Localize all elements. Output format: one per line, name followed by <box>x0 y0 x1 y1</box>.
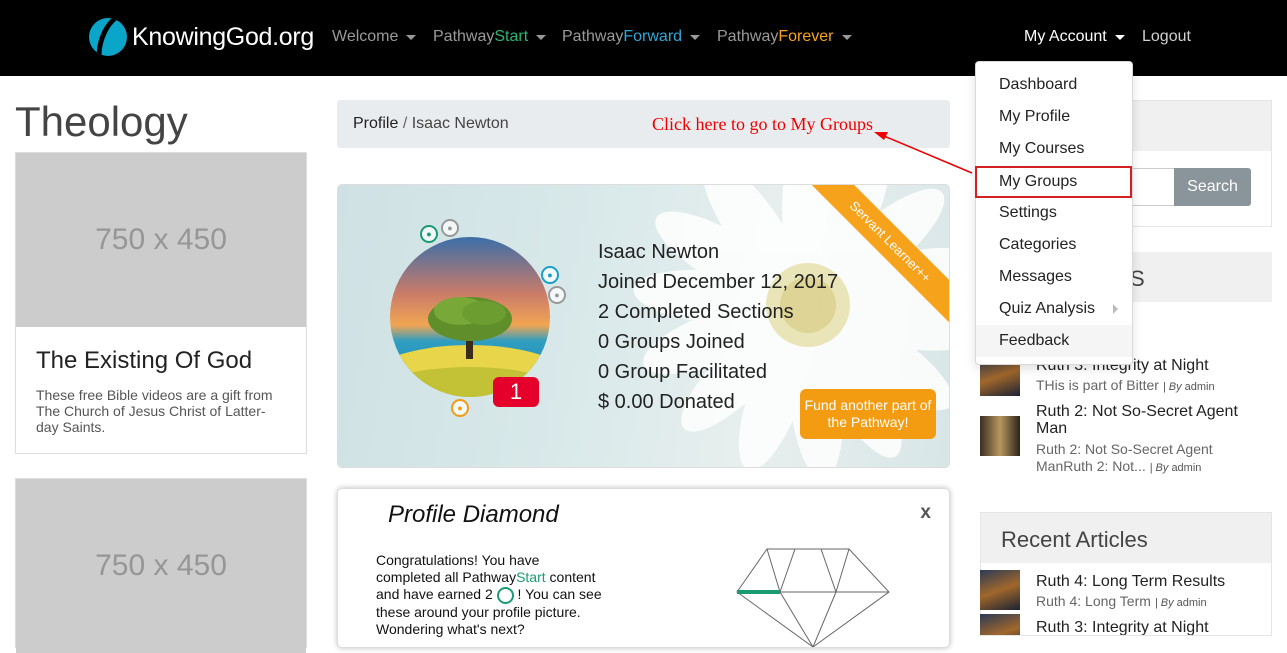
post-title[interactable]: Ruth 2: Not So-Secret Agent Man <box>1036 403 1272 437</box>
list-item[interactable]: Ruth 2: Not So-Secret Agent Man Ruth 2: … <box>980 402 1272 474</box>
breadcrumb-separator: / <box>402 115 408 132</box>
chevron-right-icon <box>1113 304 1118 314</box>
nav-my-account[interactable]: My Account <box>1024 28 1125 46</box>
by-label: By <box>1160 597 1174 609</box>
logo-icon <box>89 18 127 56</box>
nav-start-label: Start <box>494 28 529 45</box>
profile-joined: Joined December 12, 2017 <box>598 271 839 293</box>
profile-donated: $ 0.00 Donated <box>598 391 735 413</box>
menu-item-my-groups[interactable]: My Groups <box>975 166 1132 198</box>
nav-pathway-label: Pathway <box>433 28 495 45</box>
caret-down-icon <box>841 34 852 40</box>
brand-logo[interactable]: KnowingGod.org <box>89 18 314 56</box>
post-excerpt: THis is part of Bitter | By admin <box>1036 377 1215 393</box>
post-title[interactable]: Ruth 4: Long Term Results <box>1036 573 1272 590</box>
by-label: By <box>1168 381 1182 393</box>
nav-welcome-label: Welcome <box>332 28 399 45</box>
post-thumbnail[interactable] <box>980 570 1020 610</box>
caret-down-icon <box>406 34 417 40</box>
list-item[interactable]: Ruth 4: Long Term Results Ruth 4: Long T… <box>980 570 1272 610</box>
excerpt-text: Ruth 4: Long Term <box>1036 593 1151 609</box>
profile-diamond-dialog: Profile Diamond x Congratulations! You h… <box>337 488 950 648</box>
breadcrumb-profile[interactable]: Profile <box>353 115 398 132</box>
menu-item-feedback[interactable]: Feedback <box>976 325 1132 357</box>
breadcrumb-current: Isaac Newton <box>411 115 509 132</box>
tree-sunset-image <box>390 237 550 397</box>
location-pin-icon <box>496 586 514 604</box>
excerpt-text: THis is part of Bitter <box>1036 377 1159 393</box>
close-button[interactable]: x <box>920 502 931 524</box>
menu-item-categories[interactable]: Categories <box>976 229 1132 261</box>
author-name: admin <box>1171 462 1202 474</box>
dialog-message: Congratulations! You have completed all … <box>376 552 606 638</box>
message-part: Congratulations! You have completed all … <box>376 552 540 585</box>
page-title: Theology <box>15 98 188 145</box>
profile-avatar[interactable] <box>390 237 550 397</box>
nav-pathway-forward[interactable]: Pathway Forward <box>562 28 701 46</box>
caret-down-icon <box>690 34 701 40</box>
nav-pathway-label: Pathway <box>562 28 624 45</box>
location-pin-icon[interactable]: ● <box>441 219 459 237</box>
by-label: By <box>1155 462 1169 474</box>
dialog-title: Profile Diamond <box>388 501 559 528</box>
nav-my-account-label: My Account <box>1024 28 1107 45</box>
fund-pathway-button[interactable]: Fund another part of the Pathway! <box>800 389 936 439</box>
flame-icon[interactable]: ● <box>451 399 469 417</box>
location-pin-icon[interactable]: ● <box>420 225 438 243</box>
menu-item-quiz-analysis[interactable]: Quiz Analysis <box>976 293 1132 325</box>
menu-item-settings[interactable]: Settings <box>976 197 1132 229</box>
profile-banner: Servant Learner++ ● ● ● ● ● 1 Isaac Newt… <box>337 184 950 468</box>
menu-item-my-profile[interactable]: My Profile <box>976 101 1132 133</box>
nav-pathway-label: Pathway <box>717 28 779 45</box>
caret-down-icon <box>536 34 547 40</box>
nav-forever-label: Forever <box>778 28 834 45</box>
widget-heading: Recent Articles <box>981 513 1271 563</box>
annotation-text: Click here to go to My Groups <box>652 114 873 134</box>
nav-welcome[interactable]: Welcome <box>332 28 417 46</box>
menu-item-my-courses[interactable]: My Courses <box>976 133 1132 165</box>
card-text: These free Bible videos are a gift from … <box>36 387 273 435</box>
drop-icon[interactable]: ● <box>548 286 566 304</box>
profile-sections: 2 Completed Sections <box>598 301 794 323</box>
author-name: admin <box>1176 597 1207 609</box>
image-placeholder: 750 x 450 <box>16 479 306 653</box>
menu-item-dashboard[interactable]: Dashboard <box>976 69 1132 101</box>
diamond-graphic <box>736 548 890 647</box>
search-button[interactable]: Search <box>1174 168 1251 206</box>
post-excerpt: Ruth 4: Long Term | By admin <box>1036 593 1207 609</box>
image-placeholder: 750 x 450 <box>16 153 306 327</box>
post-thumbnail[interactable] <box>980 614 1020 635</box>
list-item[interactable]: Ruth 3: Integrity at Night <box>980 614 1272 635</box>
nav-logout[interactable]: Logout <box>1142 28 1191 46</box>
profile-groups-facilitated: 0 Group Facilitated <box>598 361 767 383</box>
caret-down-icon <box>1114 34 1125 40</box>
post-title[interactable]: Ruth 3: Integrity at Night <box>1036 619 1272 635</box>
post-excerpt: Ruth 2: Not So-Secret Agent ManRuth 2: N… <box>1036 441 1213 474</box>
post-thumbnail[interactable] <box>980 416 1020 456</box>
menu-item-label: Quiz Analysis <box>999 300 1096 317</box>
author-name: admin <box>1184 381 1215 393</box>
article-card[interactable]: 750 x 450 The Existing Of God These free… <box>15 152 307 454</box>
nav-forward-label: Forward <box>623 28 683 45</box>
notification-badge[interactable]: 1 <box>493 377 539 407</box>
profile-groups-joined: 0 Groups Joined <box>598 331 745 353</box>
card-title[interactable]: The Existing Of God <box>16 327 306 375</box>
drop-icon[interactable]: ● <box>541 266 559 284</box>
article-card[interactable]: 750 x 450 <box>15 478 307 653</box>
profile-name: Isaac Newton <box>598 241 720 263</box>
account-dropdown-menu: Dashboard My Profile My Courses My Group… <box>975 61 1133 365</box>
message-start-word: Start <box>516 569 546 585</box>
nav-pathway-start[interactable]: Pathway Start <box>433 28 547 46</box>
nav-pathway-forever[interactable]: Pathway Forever <box>717 28 852 46</box>
menu-item-messages[interactable]: Messages <box>976 261 1132 293</box>
brand-name: KnowingGod.org <box>132 22 315 51</box>
